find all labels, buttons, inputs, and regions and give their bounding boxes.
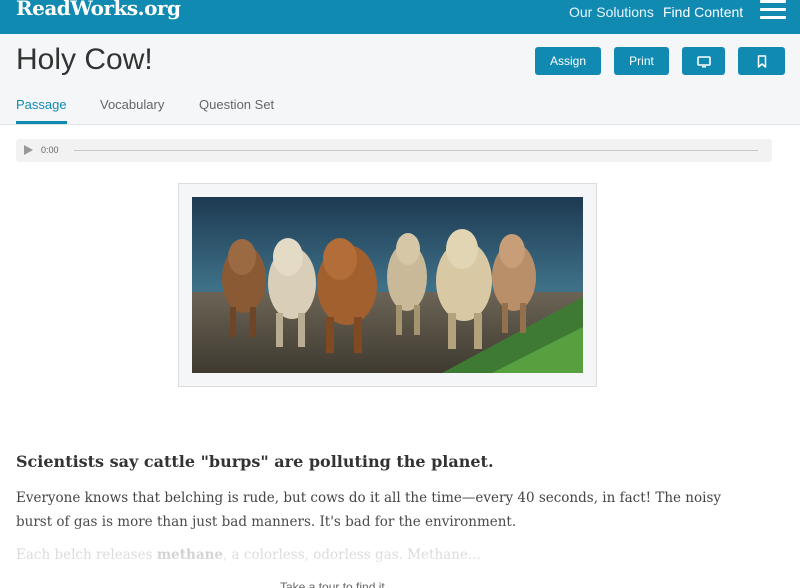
cows-photo <box>192 197 583 373</box>
readworks-logo[interactable]: ReadWorks.org <box>16 0 181 20</box>
para2-end: , a colorless, odorless gas. Methane... <box>222 547 481 563</box>
tour-link[interactable]: Take a tour to find it... <box>280 580 395 588</box>
audio-player: 0:00 <box>16 139 772 162</box>
audio-time: 0:00 <box>41 145 59 155</box>
page-title: Holy Cow! <box>16 43 153 76</box>
monitor-icon <box>696 56 711 68</box>
print-button[interactable]: Print <box>614 47 669 75</box>
tab-question-set[interactable]: Question Set <box>199 97 274 121</box>
bookmark-button[interactable] <box>738 47 785 75</box>
present-button[interactable] <box>682 47 725 75</box>
nav-our-solutions[interactable]: Our Solutions <box>569 4 654 20</box>
audio-progress-track[interactable] <box>74 150 758 151</box>
hamburger-icon[interactable] <box>760 0 786 20</box>
article-paragraph-1: Everyone knows that belching is rude, bu… <box>16 490 722 530</box>
assign-button[interactable]: Assign <box>535 47 601 75</box>
nav-find-content[interactable]: Find Content <box>663 4 743 20</box>
passage-header: Holy Cow! Assign Print Passage Vocabular… <box>0 34 800 125</box>
para2-start: Each belch releases <box>16 547 157 563</box>
vocab-word-methane[interactable]: methane <box>157 547 223 563</box>
article-subheading: Scientists say cattle "burps" are pollut… <box>16 452 494 471</box>
play-icon[interactable] <box>24 145 33 155</box>
article-paragraph-2: Each belch releases methane, a colorless… <box>16 543 756 567</box>
top-nav-bar: ReadWorks.org Our Solutions Find Content <box>0 0 800 34</box>
bookmark-icon <box>757 55 766 69</box>
tab-passage[interactable]: Passage <box>16 97 67 124</box>
tab-vocabulary[interactable]: Vocabulary <box>100 97 164 121</box>
passage-image-frame <box>178 183 597 387</box>
